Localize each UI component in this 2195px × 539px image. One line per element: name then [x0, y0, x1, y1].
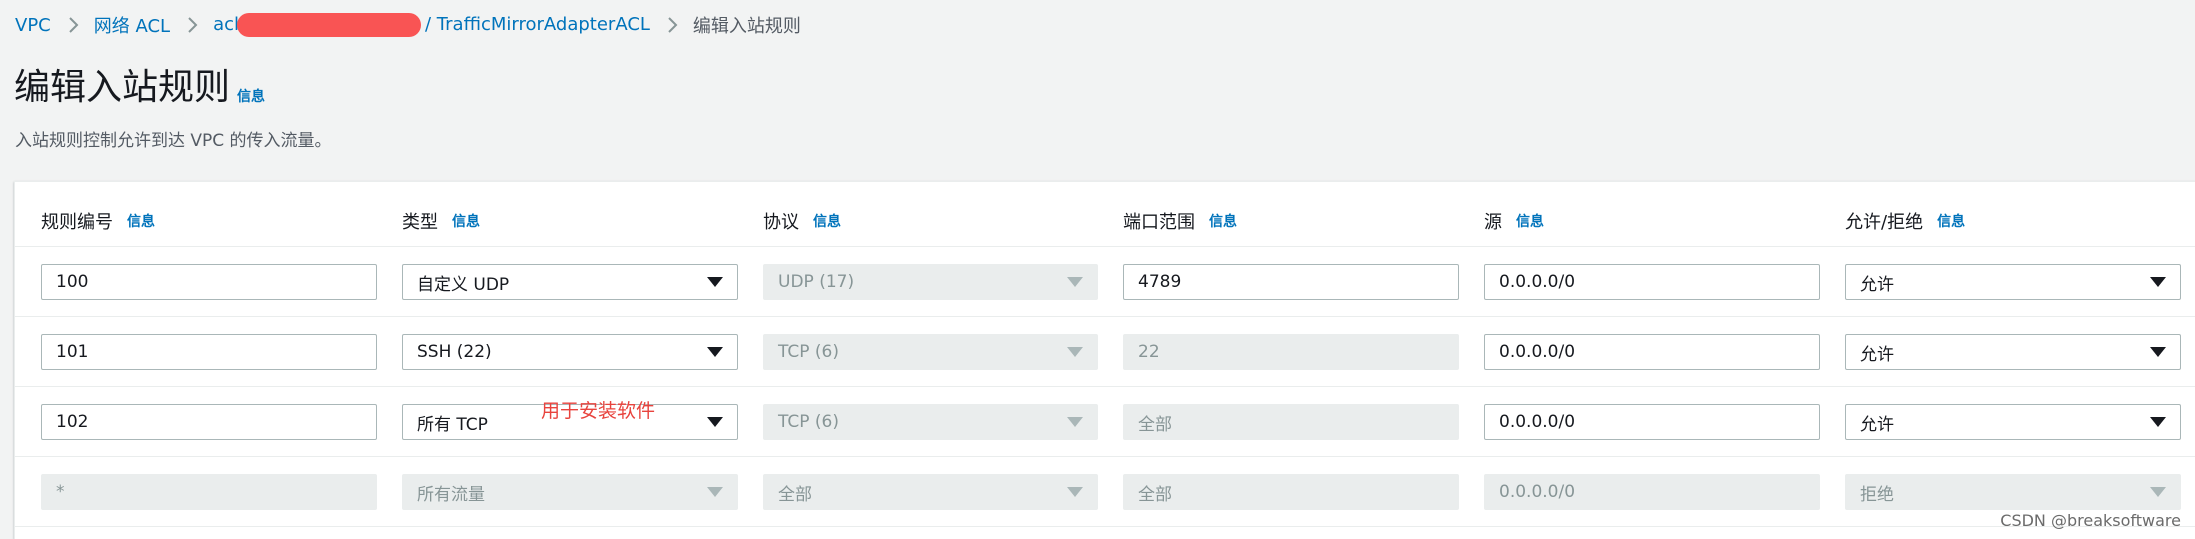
inbound-rules-panel: 规则编号 信息 类型 信息 协议 信息 端口范围 信息 源 信息 允许/拒绝 信… — [14, 181, 2195, 539]
allow-deny-select[interactable]: 允许 — [1845, 404, 2181, 440]
caret-down-icon — [2150, 347, 2166, 357]
allow-deny-select[interactable]: 允许 — [1845, 334, 2181, 370]
info-link[interactable]: 信息 — [1209, 211, 1237, 231]
chevron-right-icon — [68, 17, 80, 33]
acl-name: / TrafficMirrorAdapterACL — [425, 14, 650, 35]
chevron-right-icon — [187, 17, 199, 33]
page-title: 编辑入站规则 — [14, 67, 231, 108]
column-header-source: 源 信息 — [1484, 208, 1544, 234]
action-value: 允许 — [1860, 274, 1894, 295]
title-info-link[interactable]: 信息 — [237, 86, 265, 106]
protocol-select: TCP (6) — [763, 404, 1098, 440]
annotation-text: 用于安装软件 — [541, 400, 656, 422]
table-row: 101 SSH (22) TCP (6) 22 0.0.0.0/0 允许 — [15, 316, 2195, 387]
protocol-value: UDP (17) — [778, 272, 855, 292]
column-label: 端口范围 — [1123, 212, 1195, 233]
table-row-default: * 所有流量 全部 全部 0.0.0.0/0 拒绝 — [15, 456, 2195, 527]
table-row: 102 所有 TCP TCP (6) 全部 0.0.0.0/0 允许 — [15, 386, 2195, 457]
caret-down-icon — [1067, 277, 1083, 287]
page-description: 入站规则控制允许到达 VPC 的传入流量。 — [15, 131, 332, 151]
source-input[interactable]: 0.0.0.0/0 — [1484, 264, 1820, 300]
table-header: 规则编号 信息 类型 信息 协议 信息 端口范围 信息 源 信息 允许/拒绝 信… — [15, 182, 2195, 247]
rule-number-input[interactable]: 101 — [41, 334, 377, 370]
rule-number-input[interactable]: 100 — [41, 264, 377, 300]
caret-down-icon — [1067, 417, 1083, 427]
port-range-input: 全部 — [1123, 404, 1459, 440]
type-value: 自定义 UDP — [417, 274, 510, 295]
caret-down-icon — [2150, 417, 2166, 427]
action-value: 拒绝 — [1860, 484, 1894, 505]
source-input: 0.0.0.0/0 — [1484, 474, 1820, 510]
table-row: 100 自定义 UDP UDP (17) 4789 0.0.0.0/0 允许 — [15, 246, 2195, 317]
column-header-type: 类型 信息 — [402, 208, 480, 234]
column-header-port-range: 端口范围 信息 — [1123, 208, 1237, 234]
breadcrumb-vpc-link[interactable]: VPC — [15, 15, 51, 36]
protocol-select: 全部 — [763, 474, 1098, 510]
source-input[interactable]: 0.0.0.0/0 — [1484, 404, 1820, 440]
column-label: 规则编号 — [41, 212, 113, 233]
chevron-right-icon — [667, 17, 679, 33]
caret-down-icon — [1067, 487, 1083, 497]
type-select[interactable]: 自定义 UDP — [402, 264, 738, 300]
breadcrumb-acl-link[interactable]: acl / TrafficMirrorAdapterACL — [213, 13, 650, 37]
column-header-protocol: 协议 信息 — [763, 208, 841, 234]
caret-down-icon — [707, 277, 723, 287]
protocol-value: TCP (6) — [778, 342, 839, 362]
caret-down-icon — [707, 417, 723, 427]
type-select: 所有流量 — [402, 474, 738, 510]
source-input[interactable]: 0.0.0.0/0 — [1484, 334, 1820, 370]
redaction-mark — [237, 13, 422, 37]
breadcrumb-network-acl-link[interactable]: 网络 ACL — [94, 12, 170, 38]
rule-number-input: * — [41, 474, 377, 510]
column-label: 协议 — [763, 212, 799, 233]
acl-id-prefix: acl — [213, 14, 240, 35]
watermark: CSDN @breaksoftware — [2000, 511, 2181, 530]
column-label: 允许/拒绝 — [1845, 212, 1924, 233]
column-label: 源 — [1484, 212, 1502, 233]
info-link[interactable]: 信息 — [1937, 211, 1965, 231]
action-value: 允许 — [1860, 344, 1894, 365]
info-link[interactable]: 信息 — [813, 211, 841, 231]
port-range-input: 全部 — [1123, 474, 1459, 510]
type-value: 所有流量 — [417, 484, 485, 505]
column-label: 类型 — [402, 212, 438, 233]
caret-down-icon — [707, 347, 723, 357]
protocol-value: 全部 — [778, 484, 812, 505]
type-value: SSH (22) — [417, 342, 492, 362]
port-range-input[interactable]: 4789 — [1123, 264, 1459, 300]
caret-down-icon — [1067, 347, 1083, 357]
caret-down-icon — [707, 487, 723, 497]
action-value: 允许 — [1860, 414, 1894, 435]
caret-down-icon — [2150, 277, 2166, 287]
type-select[interactable]: SSH (22) — [402, 334, 738, 370]
info-link[interactable]: 信息 — [1516, 211, 1544, 231]
column-header-rule-number: 规则编号 信息 — [41, 208, 155, 234]
allow-deny-select[interactable]: 允许 — [1845, 264, 2181, 300]
port-range-input: 22 — [1123, 334, 1459, 370]
breadcrumb-current: 编辑入站规则 — [692, 16, 801, 37]
protocol-select: UDP (17) — [763, 264, 1098, 300]
protocol-value: TCP (6) — [778, 412, 839, 432]
breadcrumb: VPC 网络 ACL acl / TrafficMirrorAdapterACL … — [15, 12, 801, 38]
column-header-allow-deny: 允许/拒绝 信息 — [1845, 208, 1965, 234]
rule-number-input[interactable]: 102 — [41, 404, 377, 440]
allow-deny-select: 拒绝 — [1845, 474, 2181, 510]
info-link[interactable]: 信息 — [452, 211, 480, 231]
info-link[interactable]: 信息 — [127, 211, 155, 231]
protocol-select: TCP (6) — [763, 334, 1098, 370]
caret-down-icon — [2150, 487, 2166, 497]
type-value: 所有 TCP — [417, 414, 488, 435]
